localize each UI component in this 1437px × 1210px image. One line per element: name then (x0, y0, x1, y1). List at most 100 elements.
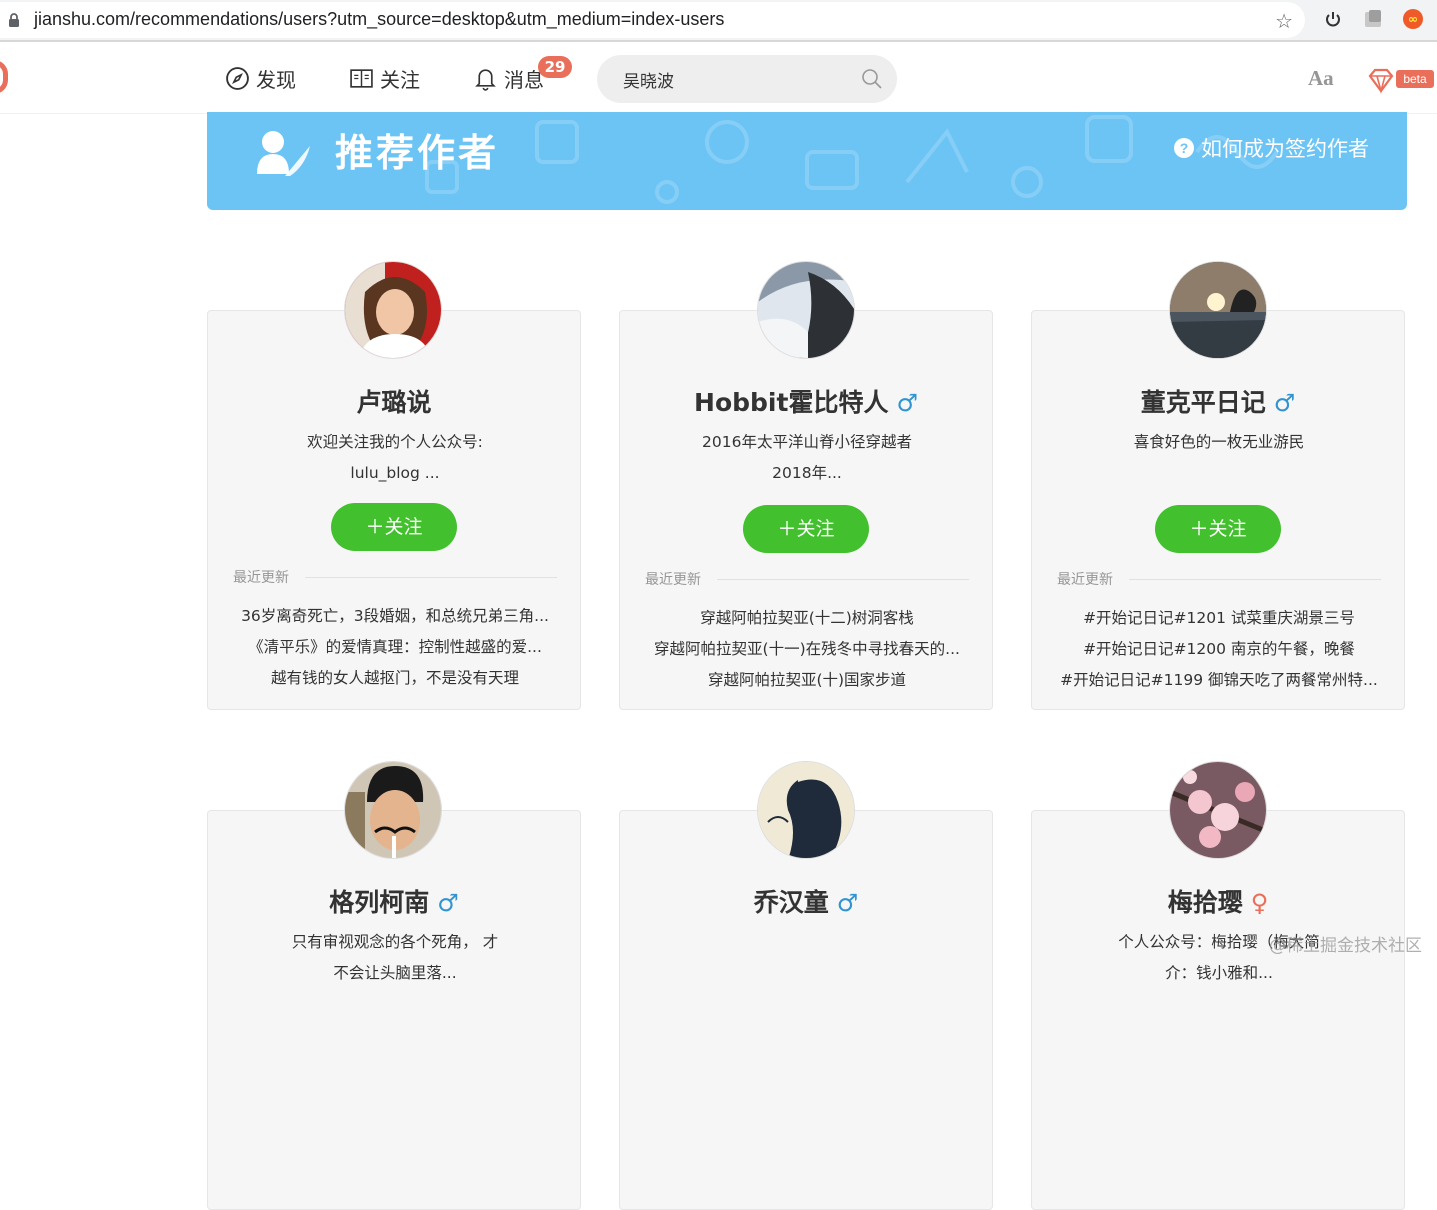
author-name-link[interactable]: 卢璐说 (208, 383, 580, 419)
follow-button[interactable]: ＋关注 (743, 505, 869, 553)
description-line: 介：钱小雅和... (1165, 964, 1273, 982)
font-settings-button[interactable]: Aa (1308, 66, 1334, 91)
follow-button[interactable]: ＋关注 (1155, 505, 1281, 553)
extension-icon[interactable] (1362, 8, 1384, 30)
male-icon: ♂ (836, 889, 859, 917)
beta-badge: beta (1396, 70, 1434, 88)
male-icon: ♂ (896, 389, 918, 417)
author-avatar[interactable] (757, 261, 855, 359)
address-bar[interactable]: jianshu.com/recommendations/users?utm_so… (0, 2, 1305, 38)
author-name-link[interactable]: 格列柯南 ♂ (208, 883, 580, 919)
recent-articles: #开始记日记#1201 试菜重庆湖景三号 #开始记日记#1200 南京的午餐，晚… (1048, 603, 1390, 696)
author-card: Hobbit霍比特人 ♂ 2016年太平洋山脊小径穿越者 2018年... ＋关注… (619, 310, 993, 710)
author-name: Hobbit霍比特人 (694, 388, 889, 417)
nav-discover-label: 发现 (256, 68, 296, 92)
author-avatar[interactable] (344, 761, 442, 859)
recent-updates-text: 最近更新 (645, 572, 701, 588)
message-count-badge: 29 (538, 56, 572, 78)
banner-title: 推荐作者 (335, 131, 500, 175)
description-line: 喜食好色的一枚无业游民 (1133, 433, 1305, 451)
author-avatar[interactable] (1169, 761, 1267, 859)
how-to-sign-link[interactable]: ? 如何成为签约作者 (1174, 133, 1369, 163)
watermark: @稀土掘金技术社区 (1269, 936, 1422, 956)
power-icon[interactable] (1322, 8, 1344, 30)
author-card: 董克平日记 ♂ 喜食好色的一枚无业游民 ＋关注 最近更新 #开始记日记#1201 … (1031, 310, 1405, 710)
author-name: 梅拾璎 (1167, 888, 1243, 917)
search-input[interactable] (621, 67, 841, 91)
follow-label: 关注 (796, 518, 835, 540)
description-line: 2016年太平洋山脊小径穿越者 (702, 433, 912, 451)
description-line: 2018年... (772, 464, 842, 482)
recent-article-link[interactable]: 穿越阿帕拉契亚(十)国家步道 (636, 665, 978, 696)
compass-icon (226, 67, 249, 90)
book-icon (350, 69, 373, 88)
search-icon[interactable] (861, 68, 883, 90)
author-description: 喜食好色的一枚无业游民 (1052, 427, 1386, 458)
author-card: 格列柯南 ♂ 只有审视观念的各个死角， 才 不会让头脑里落... (207, 810, 581, 1210)
search-box (597, 55, 897, 103)
recent-updates-text: 最近更新 (233, 570, 289, 586)
author-name: 乔汉童 (753, 888, 829, 917)
author-name: 格列柯南 (329, 888, 430, 917)
site-logo[interactable] (0, 60, 8, 94)
diamond-icon (1368, 68, 1394, 95)
recent-updates-label: 最近更新 (645, 569, 969, 589)
description-line: lulu_blog ... (350, 464, 440, 482)
description-line: 只有审视观念的各个死角， 才 (291, 933, 499, 951)
recent-article-link[interactable]: #开始记日记#1199 御锦天吃了两餐常州特... (1048, 665, 1390, 696)
nav-discover[interactable]: 发现 (225, 64, 296, 93)
follow-label: 关注 (384, 516, 423, 538)
browser-toolbar: jianshu.com/recommendations/users?utm_so… (0, 0, 1437, 42)
infinity-extension-icon[interactable]: ∞ (1402, 8, 1424, 30)
male-icon: ♂ (1273, 389, 1296, 417)
recent-article-link[interactable]: #开始记日记#1200 南京的午餐，晚餐 (1048, 634, 1390, 665)
recent-article-link[interactable]: 越有钱的女人越抠门，不是没有天理 (224, 663, 566, 694)
bell-icon (475, 69, 496, 91)
recent-articles: 36岁离奇死亡，3段婚姻，和总统兄弟三角... 《清平乐》的爱情真理：控制性越盛… (224, 601, 566, 694)
author-avatar[interactable] (344, 261, 442, 359)
how-to-sign-text: 如何成为签约作者 (1201, 137, 1369, 161)
lock-icon (9, 13, 19, 27)
author-name-link[interactable]: 梅拾璎 ♀ (1032, 883, 1404, 919)
description-line: 不会让头脑里落... (333, 964, 457, 982)
author-feather-icon (257, 131, 310, 176)
author-name-link[interactable]: 乔汉童 ♂ (620, 883, 992, 919)
author-name-link[interactable]: Hobbit霍比特人 ♂ (620, 383, 992, 419)
recent-article-link[interactable]: 穿越阿帕拉契亚(十一)在残冬中寻找春天的... (636, 634, 978, 665)
nav-follow[interactable]: 关注 (349, 64, 420, 93)
female-icon: ♀ (1250, 889, 1269, 917)
author-avatar[interactable] (1169, 261, 1267, 359)
divider (1129, 578, 1381, 580)
divider (717, 578, 969, 580)
nav-messages[interactable]: 消息 (473, 64, 544, 93)
author-name-link[interactable]: 董克平日记 ♂ (1032, 383, 1404, 419)
bookmark-star-icon[interactable]: ☆ (1275, 9, 1293, 33)
author-avatar[interactable] (757, 761, 855, 859)
recent-updates-label: 最近更新 (1057, 569, 1381, 589)
author-description: 欢迎关注我的个人公众号: lulu_blog ... (228, 427, 562, 489)
nav-follow-label: 关注 (380, 68, 420, 92)
beta-link[interactable]: beta (1366, 68, 1436, 95)
recent-article-link[interactable]: 36岁离奇死亡，3段婚姻，和总统兄弟三角... (224, 601, 566, 632)
author-card: 卢璐说 欢迎关注我的个人公众号: lulu_blog ... ＋关注 最近更新 … (207, 310, 581, 710)
recommend-authors-banner: 推荐作者 ? 如何成为签约作者 (207, 112, 1407, 210)
author-card: 乔汉童 ♂ (619, 810, 993, 1210)
author-description: 2016年太平洋山脊小径穿越者 2018年... (640, 427, 974, 489)
url-text[interactable]: jianshu.com/recommendations/users?utm_so… (34, 9, 724, 30)
description-line: 欢迎关注我的个人公众号: (307, 433, 483, 451)
svg-text:∞: ∞ (1408, 12, 1418, 26)
author-name: 董克平日记 (1140, 388, 1266, 417)
divider (305, 576, 557, 578)
follow-label: 关注 (1208, 518, 1247, 540)
recent-article-link[interactable]: #开始记日记#1201 试菜重庆湖景三号 (1048, 603, 1390, 634)
male-icon: ♂ (437, 889, 459, 917)
recent-article-link[interactable]: 穿越阿帕拉契亚(十二)树洞客栈 (636, 603, 978, 634)
recent-updates-label: 最近更新 (233, 567, 557, 587)
recent-updates-text: 最近更新 (1057, 572, 1113, 588)
recent-articles: 穿越阿帕拉契亚(十二)树洞客栈 穿越阿帕拉契亚(十一)在残冬中寻找春天的... … (636, 603, 978, 696)
follow-button[interactable]: ＋关注 (331, 503, 457, 551)
question-icon: ? (1174, 138, 1194, 158)
site-header: 发现 关注 消息 29 Aa beta (0, 44, 1437, 114)
recent-article-link[interactable]: 《清平乐》的爱情真理：控制性越盛的爱... (224, 632, 566, 663)
author-card: 梅拾璎 ♀ 个人公众号：梅拾璎（梅大简 介：钱小雅和... (1031, 810, 1405, 1210)
